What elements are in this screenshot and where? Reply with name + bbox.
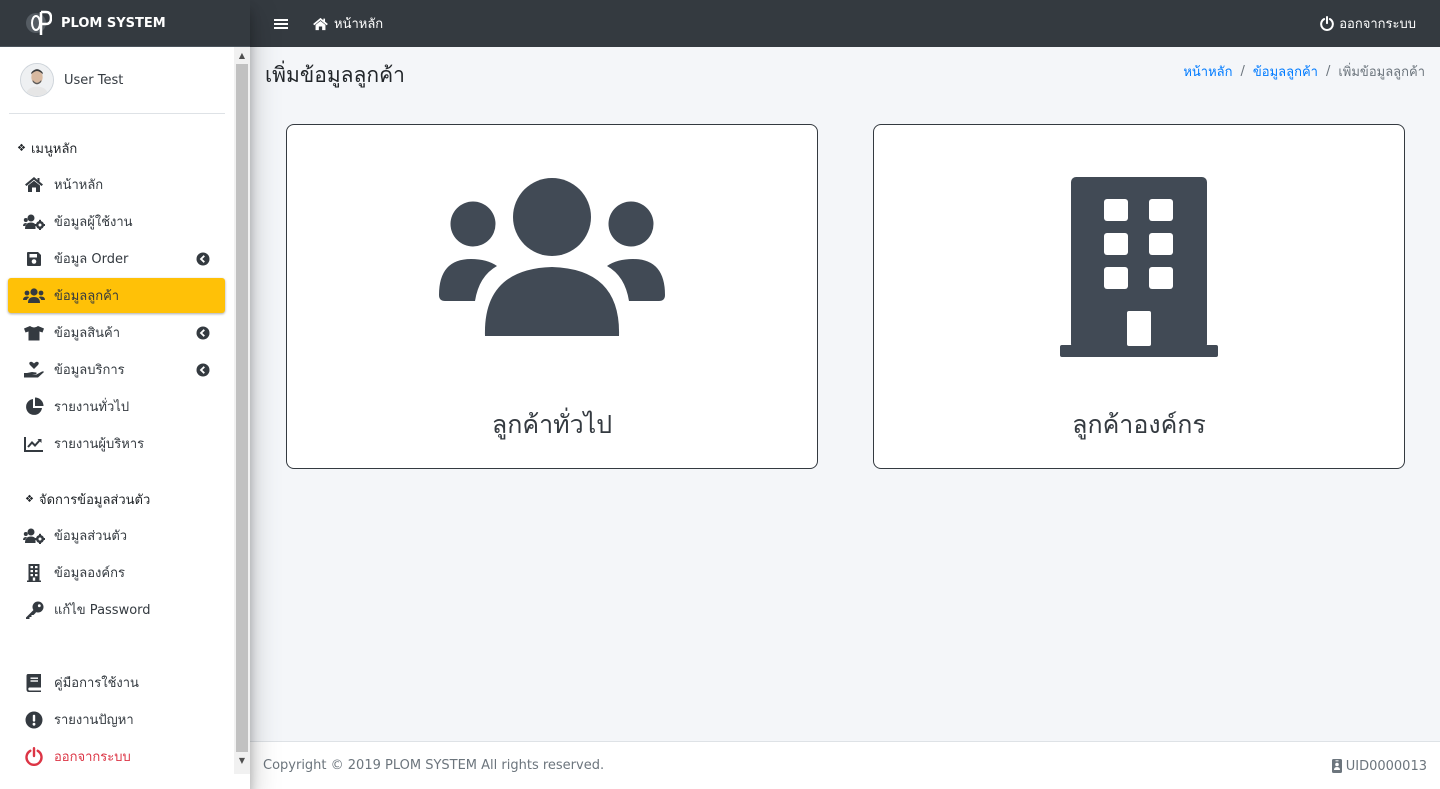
footer: Copyright © 2019 PLOM SYSTEM All rights … <box>250 741 1440 789</box>
breadcrumb-home-link[interactable]: หน้าหลัก <box>1183 61 1232 82</box>
top-navbar: หน้าหลัก ออกจากระบบ <box>250 0 1440 47</box>
sidebar-scrollbar[interactable]: ▲ ▼ <box>234 47 250 774</box>
sidebar-item-home[interactable]: หน้าหลัก <box>8 167 225 202</box>
sidebar-item-label: คู่มือการใช้งาน <box>54 676 139 691</box>
sidebar-item-label: ข้อมูลส่วนตัว <box>54 529 128 544</box>
sidebar-item-user-data[interactable]: ข้อมูลผู้ใช้งาน <box>8 204 225 239</box>
sidebar-item-label: ข้อมูลองค์กร <box>54 566 125 581</box>
tshirt-icon <box>23 323 45 343</box>
sidebar-item-label: ข้อมูลบริการ <box>54 363 125 378</box>
chevron-left-icon <box>196 363 210 377</box>
chart-line-icon <box>23 434 45 454</box>
chart-pie-icon <box>23 397 45 417</box>
sidebar-item-services[interactable]: ข้อมูลบริการ <box>8 352 225 387</box>
diamond-icon: ❖ <box>17 142 26 154</box>
breadcrumb: หน้าหลัก / ข้อมูลลูกค้า / เพิ่มข้อมูลลูก… <box>1183 61 1425 82</box>
sidebar-item-logout[interactable]: ออกจากระบบ <box>8 739 225 774</box>
sidebar-item-label: รายงานปัญหา <box>54 713 134 728</box>
top-home-link[interactable]: หน้าหลัก <box>312 13 383 34</box>
sidebar-item-manual[interactable]: คู่มือการใช้งาน <box>8 665 225 700</box>
scroll-down-icon[interactable]: ▼ <box>234 752 250 769</box>
sidebar-item-label: หน้าหลัก <box>54 178 104 193</box>
main-content: เพิ่มข้อมูลลูกค้า หน้าหลัก / ข้อมูลลูกค้… <box>250 47 1440 741</box>
building-icon <box>23 563 45 583</box>
sidebar-item-personal-data[interactable]: ข้อมูลส่วนตัว <box>8 518 225 553</box>
sidebar-item-label: ข้อมูลผู้ใช้งาน <box>54 215 133 230</box>
general-customer-card[interactable]: ลูกค้าทั่วไป <box>286 124 818 469</box>
exclamation-circle-icon <box>23 710 45 730</box>
sidebar-item-label: รายงานทั่วไป <box>54 400 130 415</box>
sidebar-item-products[interactable]: ข้อมูลสินค้า <box>8 315 225 350</box>
sidebar-menu: User Test ❖ เมนูหลัก หน้าหลัก ข้อมูลผู้ใ… <box>0 47 234 789</box>
scrollbar-thumb[interactable] <box>236 64 248 752</box>
sidebar-item-label: ข้อมูลลูกค้า <box>54 289 120 304</box>
sidebar-item-label: รายงานผู้บริหาร <box>54 437 145 452</box>
user-panel[interactable]: User Test <box>9 47 225 114</box>
users-icon <box>23 286 45 306</box>
nav-header-label: จัดการข้อมูลส่วนตัว <box>38 492 151 508</box>
sidebar-item-label: ออกจากระบบ <box>54 750 131 765</box>
menu-toggle-icon[interactable] <box>274 17 288 31</box>
brand-name: PLOM SYSTEM <box>61 15 166 31</box>
card-label: ลูกค้าทั่วไป <box>491 410 613 439</box>
nav-header-personal: ❖ จัดการข้อมูลส่วนตัว <box>0 482 234 516</box>
nav-header-label: เมนูหลัก <box>30 141 78 157</box>
user-id-value: UID0000013 <box>1345 758 1427 774</box>
breadcrumb-customers-link[interactable]: ข้อมูลลูกค้า <box>1253 61 1318 82</box>
sidebar-item-label: ข้อมูลสินค้า <box>54 326 121 341</box>
top-logout-label: ออกจากระบบ <box>1339 17 1416 32</box>
sidebar-item-label: ข้อมูล Order <box>54 252 129 267</box>
nav-header-main: ❖ เมนูหลัก <box>0 131 234 165</box>
home-icon <box>23 175 45 195</box>
brand[interactable]: PLOM SYSTEM <box>0 0 250 47</box>
breadcrumb-separator: / <box>1325 64 1331 79</box>
id-badge-icon <box>1331 759 1342 773</box>
power-off-icon <box>1320 16 1335 31</box>
key-icon <box>23 600 45 620</box>
hand-holding-heart-icon <box>23 360 45 380</box>
sidebar-item-change-password[interactable]: แก้ไข Password <box>8 592 225 627</box>
sidebar-item-general-report[interactable]: รายงานทั่วไป <box>8 389 225 424</box>
copyright-text: Copyright © 2019 PLOM SYSTEM All rights … <box>263 758 605 773</box>
sidebar: PLOM SYSTEM User Test ❖ เมนูหลัก หน้าหลั… <box>0 0 250 789</box>
card-label: ลูกค้าองค์กร <box>1072 410 1206 439</box>
users-cog-icon <box>23 212 45 232</box>
brand-logo-icon <box>26 8 52 38</box>
save-icon <box>23 249 45 269</box>
page-title: เพิ่มข้อมูลลูกค้า <box>265 63 405 87</box>
book-icon <box>23 673 45 693</box>
users-icon <box>287 177 817 336</box>
corporate-customer-card[interactable]: ลูกค้าองค์กร <box>873 124 1405 469</box>
avatar <box>20 63 54 97</box>
sidebar-item-customers[interactable]: ข้อมูลลูกค้า <box>8 278 225 313</box>
chevron-left-icon <box>196 326 210 340</box>
sidebar-item-label: แก้ไข Password <box>54 603 151 618</box>
top-home-label: หน้าหลัก <box>334 17 384 32</box>
power-off-icon <box>23 747 45 767</box>
home-icon <box>313 17 328 30</box>
sidebar-item-report-issue[interactable]: รายงานปัญหา <box>8 702 225 737</box>
sidebar-item-executive-report[interactable]: รายงานผู้บริหาร <box>8 426 225 461</box>
sidebar-item-organization[interactable]: ข้อมูลองค์กร <box>8 555 225 590</box>
top-logout-link[interactable]: ออกจากระบบ <box>1320 0 1416 47</box>
users-cog-icon <box>23 526 45 546</box>
scroll-up-icon[interactable]: ▲ <box>234 47 250 64</box>
chevron-left-icon <box>196 252 210 266</box>
breadcrumb-current: เพิ่มข้อมูลลูกค้า <box>1338 65 1425 80</box>
building-icon <box>874 177 1404 357</box>
user-id: UID0000013 <box>1331 742 1427 789</box>
user-name: User Test <box>64 72 124 88</box>
breadcrumb-separator: / <box>1240 64 1245 79</box>
sidebar-item-order[interactable]: ข้อมูล Order <box>8 241 225 276</box>
diamond-icon: ❖ <box>25 493 34 505</box>
